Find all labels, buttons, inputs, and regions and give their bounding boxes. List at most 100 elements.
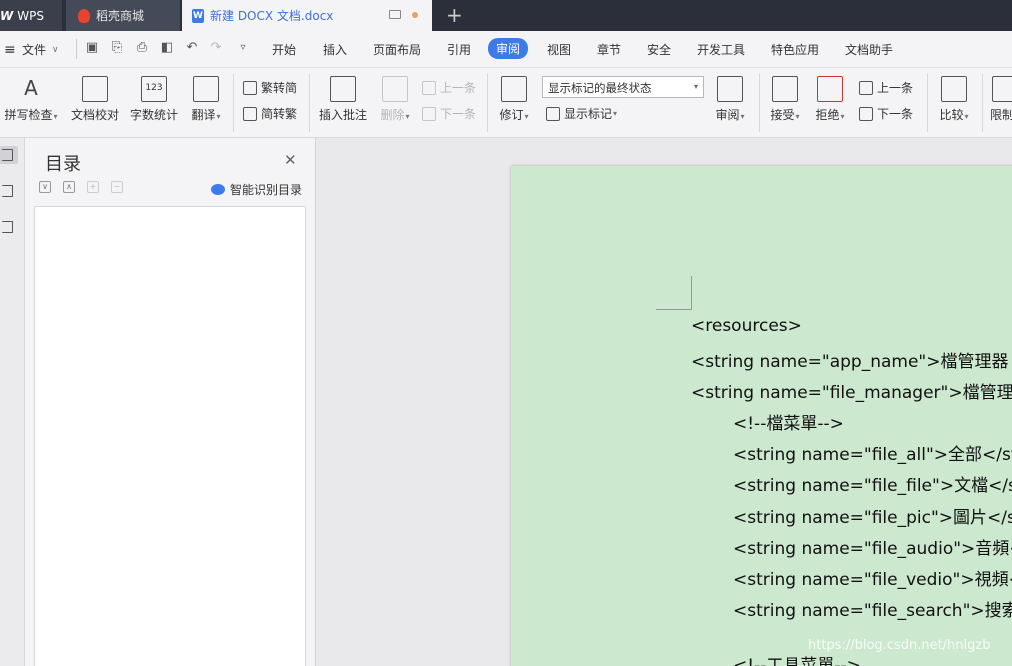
menu-item-features[interactable]: 特色应用 — [771, 41, 819, 58]
close-icon[interactable]: ✕ — [284, 151, 297, 169]
next-comment-label: 下一条 — [440, 107, 477, 121]
word-count-button[interactable]: 123 字数统计 — [129, 76, 179, 123]
menu-item-view[interactable]: 视图 — [547, 41, 571, 58]
delete-comment-icon — [382, 76, 408, 102]
tab-wps-label: WPS — [17, 8, 44, 23]
flame-icon — [78, 8, 90, 23]
menu-item-review[interactable]: 审阅 — [488, 38, 529, 59]
tab-document-label: 新建 DOCX 文档.docx — [210, 9, 334, 23]
show-markup-button[interactable]: 显示标记 ▾ — [546, 105, 617, 122]
prev-change-label: 上一条 — [877, 81, 914, 95]
tab-wps[interactable]: W WPS — [0, 0, 62, 31]
doc-line: <string name="file_pic">圖片</s — [733, 508, 1012, 528]
ribbon-divider — [309, 74, 310, 132]
delete-comment-label: 删除 — [380, 108, 405, 122]
prev-comment-button[interactable]: 上一条 — [422, 79, 476, 96]
menu-bar: ≡ 文件 ∨ ▣ ⎘ ⎙ ◧ ↶ ↷ ▿ 开始 插入 页面布局 引用 审阅 视图… — [0, 31, 1012, 68]
new-tab-plus-icon[interactable]: + — [446, 4, 463, 26]
chevron-down-icon: ∨ — [52, 44, 59, 55]
bookmark-panel-icon[interactable] — [0, 218, 18, 236]
redo-icon[interactable]: ↷ — [209, 41, 223, 55]
accept-label: 接受 — [770, 108, 795, 122]
menu-item-security[interactable]: 安全 — [647, 41, 671, 58]
word-count-icon: 123 — [141, 76, 167, 102]
markup-display-select[interactable]: 显示标记的最终状态 ▾ — [542, 76, 704, 98]
next-change-label: 下一条 — [877, 107, 914, 121]
menu-item-reference[interactable]: 引用 — [447, 41, 471, 58]
chevron-down-icon: ▾ — [693, 82, 698, 91]
document-page[interactable]: <resources> <string name="app_name">檔管理器… — [511, 166, 1012, 666]
prev-comment-label: 上一条 — [440, 81, 477, 95]
prev-change-button[interactable]: 上一条 — [859, 79, 913, 96]
document-area[interactable]: <resources> <string name="app_name">檔管理器… — [316, 138, 1012, 666]
trad-to-simp-label: 繁转简 — [261, 81, 298, 95]
menu-item-developer[interactable]: 开发工具 — [697, 41, 745, 58]
toc-list[interactable] — [34, 206, 306, 666]
add-heading-icon[interactable]: + — [87, 181, 99, 193]
insert-comment-icon — [330, 76, 356, 102]
review-pane-button[interactable]: 审阅▾ — [712, 76, 748, 123]
trad-to-simp-icon — [243, 80, 257, 95]
monitor-icon[interactable] — [389, 10, 401, 19]
next-change-button[interactable]: 下一条 — [859, 105, 913, 122]
ribbon-divider — [982, 74, 983, 132]
menu-item-chapter[interactable]: 章节 — [597, 41, 621, 58]
expand-all-icon[interactable]: ∧ — [63, 181, 75, 193]
ribbon-divider — [487, 74, 488, 132]
save-icon[interactable]: ▣ — [85, 41, 99, 55]
print-preview-icon[interactable]: ◧ — [160, 41, 174, 55]
tab-store[interactable]: 稻壳商城 — [66, 0, 180, 31]
outline-panel-icon[interactable] — [0, 182, 18, 200]
review-pane-icon — [717, 76, 743, 102]
toc-panel-icon[interactable] — [0, 146, 18, 164]
insert-comment-label: 插入批注 — [318, 108, 367, 122]
smart-toc-label: 智能识别目录 — [230, 183, 303, 197]
file-menu-button[interactable]: ≡ 文件 ∨ — [4, 41, 59, 58]
next-comment-button[interactable]: 下一条 — [422, 105, 476, 122]
export-icon[interactable]: ⎘ — [110, 41, 124, 55]
restrict-edit-button[interactable]: 限制 — [990, 76, 1012, 123]
accept-button[interactable]: 接受▾ — [767, 76, 803, 123]
doc-line: <resources> — [691, 316, 802, 336]
menu-item-layout[interactable]: 页面布局 — [373, 41, 421, 58]
collapse-all-icon[interactable]: ∨ — [39, 181, 51, 193]
restrict-edit-label: 限制 — [990, 108, 1012, 122]
menu-divider — [76, 39, 77, 59]
reject-icon — [817, 76, 843, 102]
menu-item-insert[interactable]: 插入 — [323, 41, 347, 58]
smart-toc-button[interactable]: 智能识别目录 — [211, 181, 302, 198]
doc-proof-button[interactable]: 文档校对 — [70, 76, 120, 123]
translate-button[interactable]: 翻译▾ — [188, 76, 224, 123]
markup-display-value: 显示标记的最终状态 — [548, 81, 652, 95]
spell-check-button[interactable]: A 拼写检查▾ — [2, 76, 60, 123]
menu-item-start[interactable]: 开始 — [272, 41, 296, 58]
restrict-edit-icon — [992, 76, 1012, 102]
prev-comment-icon — [422, 80, 436, 95]
remove-heading-icon[interactable]: − — [111, 181, 123, 193]
unsaved-dot-icon — [412, 12, 418, 18]
compare-icon — [941, 76, 967, 102]
delete-comment-button[interactable]: 删除▾ — [377, 76, 413, 123]
simp-to-trad-button[interactable]: 简转繁 — [243, 105, 297, 122]
print-icon[interactable]: ⎙ — [135, 41, 149, 55]
track-changes-button[interactable]: 修订▾ — [496, 76, 532, 123]
track-changes-label: 修订 — [499, 108, 524, 122]
file-menu-label: 文件 — [22, 43, 47, 57]
doc-line: <string name="file_vedio">視頻< — [733, 570, 1012, 590]
review-ribbon: A 拼写检查▾ 文档校对 123 字数统计 翻译▾ 繁转简 简转繁 插入批注 删… — [0, 68, 1012, 138]
translate-label: 翻译 — [191, 108, 216, 122]
wps-logo-icon: W — [0, 8, 14, 23]
undo-icon[interactable]: ↶ — [185, 41, 199, 55]
next-change-icon — [859, 106, 873, 121]
trad-to-simp-button[interactable]: 繁转简 — [243, 79, 297, 96]
compare-button[interactable]: 比较▾ — [936, 76, 972, 123]
customize-dropdown-icon[interactable]: ▿ — [236, 41, 250, 55]
next-comment-icon — [422, 106, 436, 121]
insert-comment-button[interactable]: 插入批注 — [318, 76, 368, 123]
tab-document[interactable]: W 新建 DOCX 文档.docx — [182, 0, 432, 31]
reject-button[interactable]: 拒绝▾ — [812, 76, 848, 123]
accept-icon — [772, 76, 798, 102]
simp-to-trad-label: 简转繁 — [261, 107, 298, 121]
menu-item-doc-assistant[interactable]: 文档助手 — [845, 41, 893, 58]
doc-line: <string name="file_manager">檔管理 — [691, 383, 1012, 403]
